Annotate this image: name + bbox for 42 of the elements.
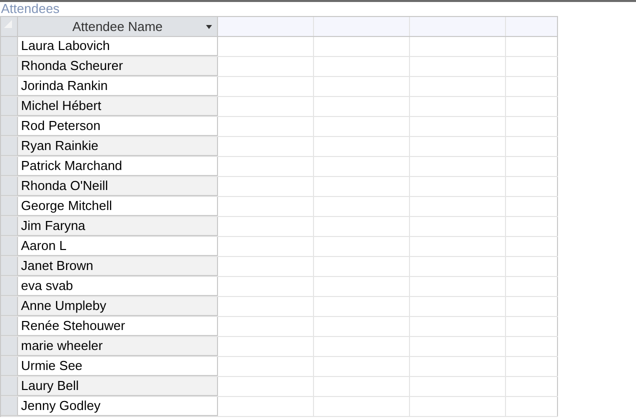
row-selector[interactable]: [1, 257, 18, 276]
table-cell[interactable]: Patrick Marchand: [18, 157, 218, 176]
table-cell[interactable]: Renée Stehouwer: [18, 317, 218, 336]
row-selector[interactable]: [1, 77, 18, 96]
row-selector[interactable]: [1, 137, 18, 156]
row-selector[interactable]: [1, 177, 18, 196]
table-cell[interactable]: Janet Brown: [18, 257, 218, 276]
row-selector[interactable]: [1, 57, 18, 76]
column-header[interactable]: Attendee Name: [18, 17, 218, 36]
row-selector[interactable]: [1, 337, 18, 356]
table-cell[interactable]: Rod Peterson: [18, 117, 218, 136]
table-cell[interactable]: Jim Faryna: [18, 217, 218, 236]
table-cell[interactable]: Ryan Rainkie: [18, 137, 218, 156]
select-all-corner[interactable]: [1, 17, 18, 36]
table-cell[interactable]: Laura Labovich: [18, 37, 218, 56]
table-cell[interactable]: Michel Hébert: [18, 97, 218, 116]
table-cell[interactable]: Anne Umpleby: [18, 297, 218, 316]
row-selector[interactable]: [1, 157, 18, 176]
dropdown-arrow-icon[interactable]: [206, 25, 212, 29]
table-cell[interactable]: Jorinda Rankin: [18, 77, 218, 96]
row-selector[interactable]: [1, 237, 18, 256]
table-cell[interactable]: eva svab: [18, 277, 218, 296]
row-selector[interactable]: [1, 357, 18, 376]
row-selector[interactable]: [1, 397, 18, 416]
table-cell[interactable]: marie wheeler: [18, 337, 218, 356]
row-selector[interactable]: [1, 277, 18, 296]
table-cell[interactable]: Rhonda Scheurer: [18, 57, 218, 76]
row-selector[interactable]: [1, 317, 18, 336]
row-selector[interactable]: [1, 217, 18, 236]
table-cell[interactable]: Rhonda O'Neill: [18, 177, 218, 196]
table-cell[interactable]: Laury Bell: [18, 377, 218, 396]
row-selector[interactable]: [1, 377, 18, 396]
table-cell[interactable]: Jenny Godley: [18, 397, 218, 416]
row-selector[interactable]: [1, 37, 18, 56]
table-title: Attendees: [0, 2, 61, 16]
row-selector[interactable]: [1, 297, 18, 316]
row-selector[interactable]: [1, 117, 18, 136]
row-selector[interactable]: [1, 97, 18, 116]
table-cell[interactable]: Aaron L: [18, 237, 218, 256]
row-selector[interactable]: [1, 197, 18, 216]
table-cell[interactable]: George Mitchell: [18, 197, 218, 216]
table-cell[interactable]: Urmie See: [18, 357, 218, 376]
